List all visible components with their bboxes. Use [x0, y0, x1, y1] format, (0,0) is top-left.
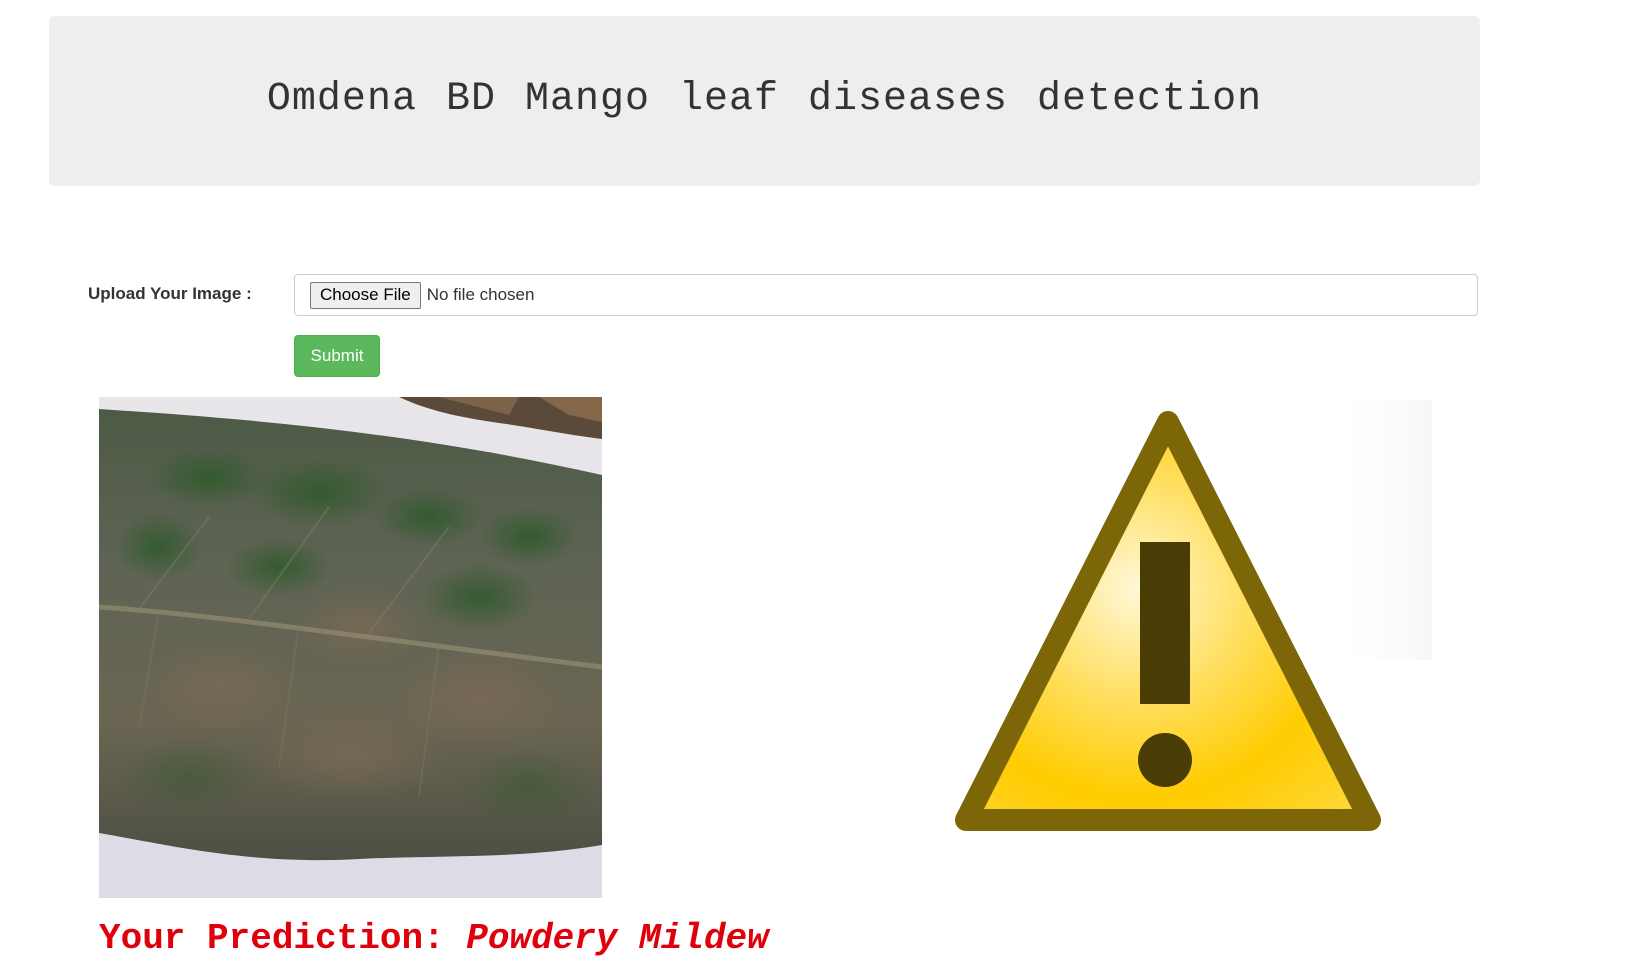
prediction-label: Your Prediction: [99, 918, 445, 959]
uploaded-leaf-image [99, 397, 602, 898]
choose-file-button[interactable]: Choose File [310, 281, 421, 309]
header-banner: Omdena BD Mango leaf diseases detection [49, 16, 1480, 186]
prediction-text: Your Prediction: Powdery Mildew [99, 918, 769, 959]
upload-label: Upload Your Image : [88, 284, 252, 303]
submit-button[interactable]: Submit [294, 335, 380, 377]
prediction-value: Powdery Mildew [466, 918, 769, 959]
file-input[interactable]: Choose File No file chosen [294, 274, 1478, 316]
warning-icon [955, 400, 1432, 831]
page-title: Omdena BD Mango leaf diseases detection [266, 76, 1263, 122]
page: Omdena BD Mango leaf diseases detection … [0, 0, 1640, 971]
file-status-text: No file chosen [426, 285, 535, 304]
